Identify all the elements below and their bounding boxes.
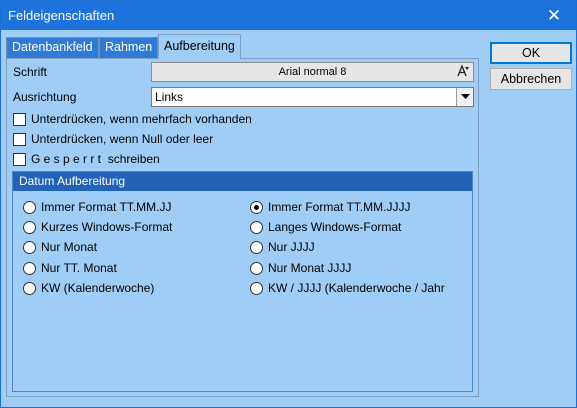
checkbox-suppress-duplicates[interactable]: Unterdrücken, wenn mehrfach vorhanden [13, 111, 252, 127]
radio-circle[interactable] [250, 240, 263, 254]
checkbox-suppress-null[interactable]: Unterdrücken, wenn Null oder leer [13, 131, 213, 147]
tab-datenbankfeld[interactable]: Datenbankfeld [6, 37, 99, 58]
radio-circle-selected[interactable] [250, 200, 263, 214]
checkbox-box[interactable] [13, 132, 26, 146]
ok-button[interactable]: OK [490, 42, 572, 64]
radio-circle[interactable] [23, 240, 36, 254]
radio-circle[interactable] [250, 281, 263, 295]
title-bar: Feldeigenschaften ✕ [1, 1, 576, 30]
radio-label: Immer Format TT.MM.JJJJ [268, 200, 411, 214]
radio-circle[interactable] [23, 261, 36, 275]
chevron-down-icon[interactable] [456, 88, 473, 106]
radio-day-month[interactable]: Nur TT. Monat [23, 260, 117, 276]
checkbox-spaced-writing[interactable]: G e s p e r r t schreiben [13, 151, 160, 167]
font-picker-icon[interactable] [455, 64, 470, 79]
radio-calendar-week-year[interactable]: KW / JJJJ (Kalenderwoche / Jahr [250, 280, 445, 296]
alignment-label: Ausrichtung [13, 90, 77, 104]
close-button[interactable]: ✕ [532, 1, 576, 30]
checkbox-label: Unterdrücken, wenn mehrfach vorhanden [31, 112, 252, 126]
radio-label: Langes Windows-Format [268, 220, 402, 234]
tab-aufbereitung[interactable]: Aufbereitung [158, 34, 241, 59]
date-format-group-title: Datum Aufbereitung [13, 172, 472, 191]
checkbox-label: G e s p e r r t schreiben [31, 152, 160, 166]
date-format-group: Datum Aufbereitung Immer Format TT.MM.JJ… [12, 171, 473, 392]
radio-circle[interactable] [23, 200, 36, 214]
window-title: Feldeigenschaften [8, 8, 115, 23]
checkbox-box[interactable] [13, 152, 26, 166]
radio-circle[interactable] [250, 220, 263, 234]
radio-label: Nur TT. Monat [41, 261, 117, 275]
radio-label: Nur JJJJ [268, 240, 315, 254]
radio-label: KW / JJJJ (Kalenderwoche / Jahr [268, 281, 445, 295]
cancel-button[interactable]: Abbrechen [490, 68, 572, 90]
font-value: Arial normal 8 [278, 66, 347, 78]
radio-circle[interactable] [250, 261, 263, 275]
dialog-window: Feldeigenschaften ✕ Datenbankfeld Rahmen… [0, 0, 577, 408]
alignment-select[interactable]: Links [151, 87, 474, 107]
radio-short-windows-format[interactable]: Kurzes Windows-Format [23, 219, 172, 235]
radio-label: KW (Kalenderwoche) [41, 281, 155, 295]
close-icon: ✕ [546, 5, 562, 25]
radio-label: Nur Monat [41, 240, 98, 254]
tab-panel-aufbereitung: Schrift Arial normal 8 Ausrichtung Links… [6, 58, 479, 397]
font-label: Schrift [13, 65, 48, 79]
tab-rahmen[interactable]: Rahmen [99, 37, 159, 58]
checkbox-label: Unterdrücken, wenn Null oder leer [31, 132, 214, 146]
radio-circle[interactable] [23, 220, 36, 234]
radio-month-year[interactable]: Nur Monat JJJJ [250, 260, 351, 276]
radio-year-only[interactable]: Nur JJJJ [250, 239, 315, 255]
radio-label: Kurzes Windows-Format [41, 220, 173, 234]
radio-format-tt-mm-jjjj[interactable]: Immer Format TT.MM.JJJJ [250, 199, 410, 215]
radio-label: Immer Format TT.MM.JJ [41, 200, 172, 214]
font-picker-field[interactable]: Arial normal 8 [151, 62, 474, 82]
checkbox-box[interactable] [13, 112, 26, 126]
radio-label: Nur Monat JJJJ [268, 261, 352, 275]
radio-circle[interactable] [23, 281, 36, 295]
radio-month-only[interactable]: Nur Monat [23, 239, 97, 255]
radio-calendar-week[interactable]: KW (Kalenderwoche) [23, 280, 154, 296]
alignment-value: Links [155, 90, 184, 104]
radio-long-windows-format[interactable]: Langes Windows-Format [250, 219, 401, 235]
radio-format-tt-mm-jj[interactable]: Immer Format TT.MM.JJ [23, 199, 171, 215]
